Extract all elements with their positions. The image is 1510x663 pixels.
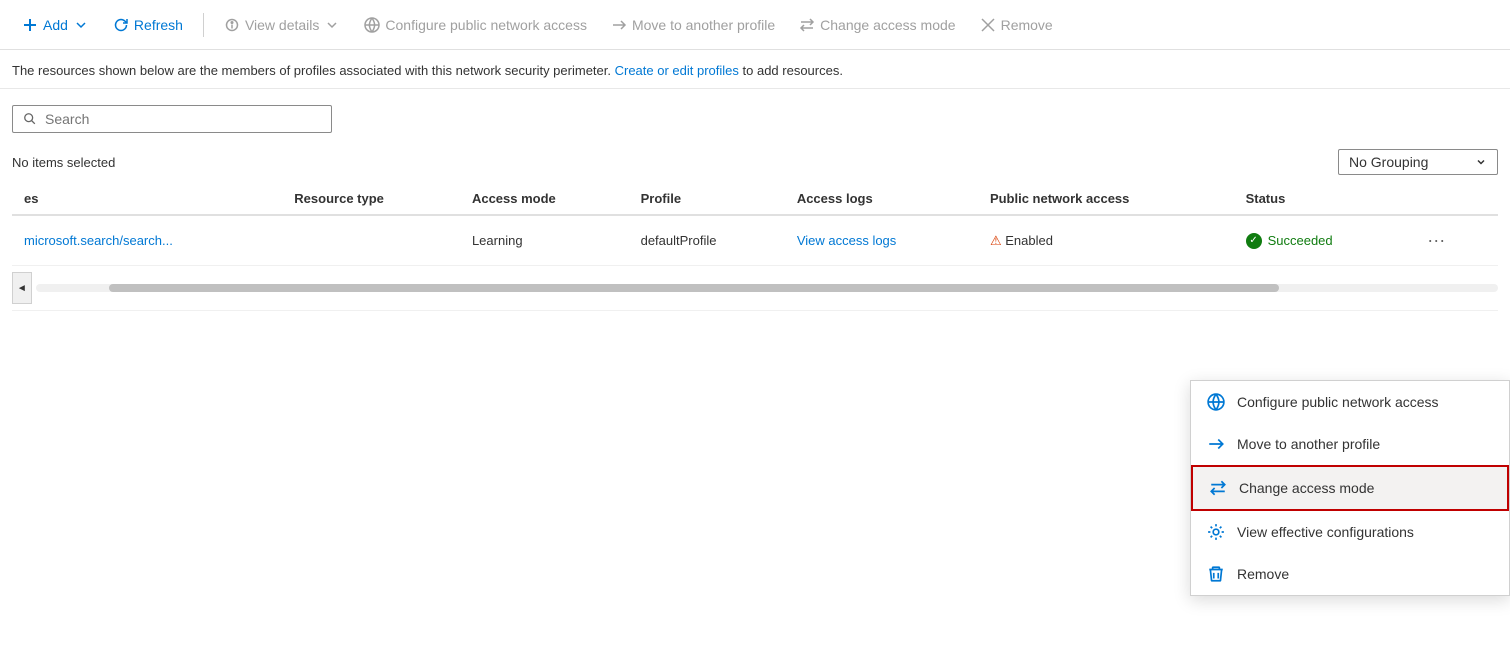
no-items-text: No items selected: [12, 155, 115, 170]
row-actions-button[interactable]: ···: [1419, 226, 1453, 255]
scroll-track: [36, 284, 1498, 292]
status-value: Succeeded: [1268, 233, 1333, 248]
change-access-button[interactable]: Change access mode: [789, 12, 965, 38]
status-bar: No items selected No Grouping: [0, 141, 1510, 183]
toolbar: Add Refresh View details Configure publi…: [0, 0, 1510, 50]
col-header-access-logs: Access logs: [785, 183, 978, 215]
grouping-label: No Grouping: [1349, 154, 1428, 170]
refresh-icon: [113, 17, 129, 33]
context-trash-icon: [1207, 565, 1225, 583]
warning-icon: ⚠: [990, 233, 1002, 248]
add-button[interactable]: Add: [12, 12, 99, 38]
add-chevron-icon: [73, 17, 89, 33]
success-check-icon: ✓: [1246, 233, 1262, 249]
context-network-icon: [1207, 393, 1225, 411]
context-arrow-right-icon: [1207, 435, 1225, 453]
context-change-access[interactable]: Change access mode: [1191, 465, 1509, 511]
table-row: microsoft.search/search... Learning defa…: [12, 215, 1498, 266]
configure-network-label: Configure public network access: [385, 17, 587, 33]
remove-icon: [980, 17, 996, 33]
col-header-access-mode: Access mode: [460, 183, 629, 215]
info-text-main: The resources shown below are the member…: [12, 63, 611, 78]
refresh-button[interactable]: Refresh: [103, 12, 193, 38]
change-access-label: Change access mode: [820, 17, 955, 33]
configure-network-button[interactable]: Configure public network access: [354, 12, 597, 38]
cell-access-mode: Learning: [460, 215, 629, 266]
table-container: es Resource type Access mode Profile Acc…: [0, 183, 1510, 311]
cell-resource-type: [282, 215, 460, 266]
context-remove-label: Remove: [1237, 566, 1289, 582]
context-move-profile[interactable]: Move to another profile: [1191, 423, 1509, 465]
remove-label: Remove: [1001, 17, 1053, 33]
table-header-row: es Resource type Access mode Profile Acc…: [12, 183, 1498, 215]
scrollbar-row: ◄: [12, 266, 1498, 311]
add-label: Add: [43, 17, 68, 33]
col-header-status: Status: [1234, 183, 1408, 215]
view-details-icon: [224, 17, 240, 33]
cell-access-logs: View access logs: [785, 215, 978, 266]
toolbar-divider-1: [203, 13, 204, 37]
context-remove[interactable]: Remove: [1191, 553, 1509, 595]
scrollbar-cell: ◄: [12, 266, 1498, 311]
col-header-profile: Profile: [629, 183, 785, 215]
scroll-left-arrow[interactable]: ◄: [12, 272, 32, 304]
resource-name-link[interactable]: microsoft.search/search...: [24, 233, 173, 248]
view-details-chevron-icon: [324, 17, 340, 33]
context-view-configurations-label: View effective configurations: [1237, 524, 1414, 540]
view-details-button[interactable]: View details: [214, 12, 350, 38]
context-menu: Configure public network access Move to …: [1190, 380, 1510, 596]
context-gear-icon: [1207, 523, 1225, 541]
view-details-label: View details: [245, 17, 319, 33]
move-profile-icon: [611, 17, 627, 33]
change-access-icon: [799, 17, 815, 33]
col-header-resource-type: Resource type: [282, 183, 460, 215]
context-move-profile-label: Move to another profile: [1237, 436, 1380, 452]
context-configure-network-label: Configure public network access: [1237, 394, 1439, 410]
view-access-logs-link[interactable]: View access logs: [797, 233, 896, 248]
cell-resource-name: microsoft.search/search...: [12, 215, 282, 266]
move-profile-label: Move to another profile: [632, 17, 775, 33]
status-succeeded: ✓ Succeeded: [1246, 233, 1396, 249]
col-header-actions: [1407, 183, 1498, 215]
col-header-public-network: Public network access: [978, 183, 1234, 215]
add-icon: [22, 17, 38, 33]
configure-network-icon: [364, 17, 380, 33]
search-icon: [23, 112, 37, 126]
scroll-thumb: [109, 284, 1279, 292]
col-header-es: es: [12, 183, 282, 215]
search-input[interactable]: [45, 111, 321, 127]
info-text: The resources shown below are the member…: [0, 50, 1510, 89]
grouping-select[interactable]: No Grouping: [1338, 149, 1498, 175]
resources-table: es Resource type Access mode Profile Acc…: [12, 183, 1498, 311]
refresh-label: Refresh: [134, 17, 183, 33]
grouping-chevron-icon: [1475, 156, 1487, 168]
context-change-access-label: Change access mode: [1239, 480, 1374, 496]
search-bar: [12, 105, 332, 133]
cell-public-network: ⚠ Enabled: [978, 215, 1234, 266]
info-text-suffix: to add resources.: [743, 63, 843, 78]
create-profiles-link[interactable]: Create or edit profiles: [615, 63, 739, 78]
context-swap-icon: [1209, 479, 1227, 497]
cell-row-actions: ···: [1407, 215, 1498, 266]
public-network-value: Enabled: [1005, 233, 1053, 248]
move-profile-button[interactable]: Move to another profile: [601, 12, 785, 38]
remove-button[interactable]: Remove: [970, 12, 1063, 38]
context-configure-network[interactable]: Configure public network access: [1191, 381, 1509, 423]
context-view-configurations[interactable]: View effective configurations: [1191, 511, 1509, 553]
cell-profile: defaultProfile: [629, 215, 785, 266]
cell-status: ✓ Succeeded: [1234, 215, 1408, 266]
